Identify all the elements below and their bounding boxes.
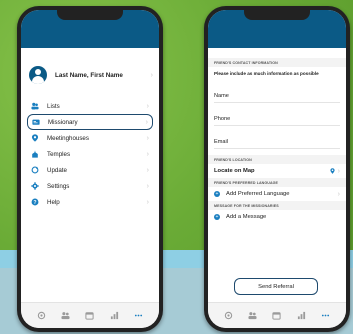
location-pin-icon — [330, 168, 335, 174]
menu-screen: Last Name, First Name › Lists › Missiona… — [21, 10, 159, 328]
email-field-label: Email — [214, 139, 228, 145]
phone-left: Last Name, First Name › Lists › Missiona… — [17, 6, 163, 332]
phone-field[interactable]: Phone — [214, 103, 340, 126]
more-icon[interactable] — [319, 309, 333, 323]
profile-row[interactable]: Last Name, First Name › — [29, 62, 153, 88]
contact-section-header: FRIEND'S CONTACT INFORMATION — [208, 58, 346, 67]
name-field[interactable]: Name — [214, 80, 340, 103]
menu-label: Update — [47, 166, 67, 174]
svg-text:?: ? — [33, 200, 36, 206]
phone-notch — [244, 10, 310, 20]
profile-name: Last Name, First Name — [55, 71, 123, 79]
main-menu: Lists › Missionary › Meetinghouses › Tem… — [27, 98, 153, 210]
chevron-right-icon: › — [146, 198, 149, 206]
more-icon[interactable] — [132, 309, 146, 323]
menu-label: Missionary — [48, 118, 78, 126]
card-icon — [32, 118, 40, 126]
menu-label: Settings — [47, 182, 70, 190]
add-language-row[interactable]: + Add Preferred Language › — [208, 187, 346, 201]
contact-note: Please include as much information as po… — [214, 71, 319, 76]
language-section-header: FRIEND'S PREFERRED LANGUAGE — [208, 178, 346, 187]
calendar-icon[interactable] — [83, 309, 97, 323]
name-field-label: Name — [214, 93, 229, 99]
menu-item-missionary[interactable]: Missionary › — [27, 114, 153, 130]
plus-icon: + — [214, 214, 220, 220]
menu-label: Temples — [47, 150, 71, 158]
chart-icon[interactable] — [294, 309, 308, 323]
plus-icon: + — [214, 191, 220, 197]
chevron-right-icon: › — [145, 118, 148, 126]
help-icon: ? — [31, 198, 39, 206]
menu-item-settings[interactable]: Settings › — [27, 178, 153, 194]
people-icon — [31, 102, 39, 110]
phone-notch — [57, 10, 123, 20]
refresh-icon — [31, 166, 39, 174]
location-icon — [31, 134, 39, 142]
chevron-right-icon: › — [146, 150, 149, 158]
people-icon[interactable] — [246, 309, 260, 323]
menu-label: Lists — [47, 102, 60, 110]
chevron-right-icon: › — [150, 71, 153, 79]
send-referral-button[interactable]: Send Referral — [234, 278, 318, 295]
menu-label: Help — [47, 198, 60, 206]
menu-label: Meetinghouses — [47, 134, 89, 142]
referral-screen: FRIEND'S CONTACT INFORMATION Please incl… — [208, 10, 346, 328]
gear-icon — [31, 182, 39, 190]
chevron-right-icon: › — [146, 182, 149, 190]
bottom-tab-bar — [21, 302, 159, 328]
locate-on-map-label: Locate on Map — [214, 168, 255, 174]
avatar-icon — [29, 66, 47, 84]
referral-form: FRIEND'S CONTACT INFORMATION Please incl… — [208, 58, 346, 224]
add-message-row[interactable]: + Add a Message — [208, 210, 346, 224]
people-icon[interactable] — [59, 309, 73, 323]
menu-item-meetinghouses[interactable]: Meetinghouses › — [27, 130, 153, 146]
home-icon[interactable] — [34, 309, 48, 323]
email-field[interactable]: Email — [214, 126, 340, 149]
chevron-right-icon: › — [146, 134, 149, 142]
locate-on-map-row[interactable]: Locate on Map › — [208, 164, 346, 178]
location-section-header: FRIEND'S LOCATION — [208, 155, 346, 164]
chevron-right-icon: › — [146, 102, 149, 110]
menu-item-help[interactable]: ? Help › — [27, 194, 153, 210]
add-language-label: Add Preferred Language — [226, 191, 290, 197]
phone-field-label: Phone — [214, 116, 231, 122]
menu-item-temples[interactable]: Temples › — [27, 146, 153, 162]
chart-icon[interactable] — [107, 309, 121, 323]
temple-icon — [31, 150, 39, 158]
chevron-right-icon: › — [337, 190, 340, 198]
phone-right: FRIEND'S CONTACT INFORMATION Please incl… — [204, 6, 350, 332]
menu-item-update[interactable]: Update › — [27, 162, 153, 178]
chevron-right-icon: › — [146, 166, 149, 174]
add-message-label: Add a Message — [226, 214, 267, 220]
chevron-right-icon: › — [337, 167, 340, 175]
message-section-header: MESSAGE FOR THE MISSIONARIES — [208, 201, 346, 210]
bottom-tab-bar — [208, 302, 346, 328]
calendar-icon[interactable] — [270, 309, 284, 323]
home-icon[interactable] — [221, 309, 235, 323]
menu-item-lists[interactable]: Lists › — [27, 98, 153, 114]
